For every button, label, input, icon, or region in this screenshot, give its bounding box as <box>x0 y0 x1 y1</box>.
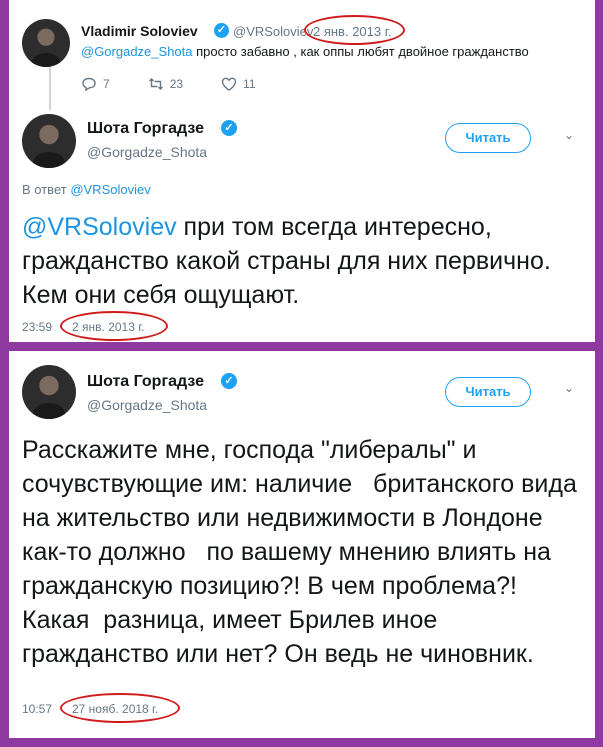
reply-count: 7 <box>103 77 110 91</box>
reply-to-prefix: В ответ <box>22 182 71 197</box>
retweet-count: 23 <box>169 77 184 91</box>
verified-badge-icon: ✓ <box>221 120 237 136</box>
tweet-time[interactable]: 10:57 <box>22 702 52 716</box>
tweet-time[interactable]: 23:59 <box>22 320 52 334</box>
tweet-text: @VRSoloviev при том всегда интересно, гр… <box>22 210 587 312</box>
mention-link[interactable]: @VRSoloviev <box>22 213 177 241</box>
reply-to-handle[interactable]: @VRSoloviev <box>70 182 150 197</box>
tweet-text: @Gorgadze_Shota просто забавно , как опп… <box>81 44 529 59</box>
avatar[interactable] <box>22 114 76 168</box>
author-name[interactable]: Шота Горгадзе <box>87 373 204 391</box>
reply-icon <box>82 77 96 92</box>
author-name[interactable]: Шота Горгадзе <box>87 120 204 138</box>
author-handle[interactable]: @Gorgadze_Shota <box>87 397 207 413</box>
like-icon <box>221 77 237 91</box>
highlight-oval <box>60 693 180 723</box>
highlight-oval <box>60 311 168 341</box>
verified-badge-icon: ✓ <box>214 23 229 38</box>
reply-context: В ответ @VRSoloviev <box>22 182 151 197</box>
reply-button[interactable]: 7 <box>81 76 110 92</box>
retweet-icon <box>148 78 163 90</box>
like-count: 11 <box>243 77 256 91</box>
mention-link[interactable]: @Gorgadze_Shota <box>81 44 193 59</box>
like-button[interactable]: 11 <box>221 76 256 92</box>
tweet-text: Расскажите мне, господа "либералы" и соч… <box>22 436 584 668</box>
author-handle[interactable]: @Gorgadze_Shota <box>87 144 207 160</box>
author-handle[interactable]: @VRSoloviev <box>233 24 313 39</box>
avatar[interactable] <box>22 19 70 67</box>
author-name[interactable]: Vladimir Soloviev <box>81 23 198 39</box>
thread-panel: Vladimir Soloviev ✓ @VRSoloviev 2 янв. 2… <box>9 0 595 342</box>
thread-line <box>49 65 51 110</box>
highlight-oval <box>304 15 405 45</box>
chevron-down-icon[interactable]: ⌄ <box>564 381 574 395</box>
chevron-down-icon[interactable]: ⌄ <box>564 128 574 142</box>
avatar[interactable] <box>22 365 76 419</box>
follow-button[interactable]: Читать <box>445 377 531 407</box>
follow-button[interactable]: Читать <box>445 123 531 153</box>
tweet-body: просто забавно , как оппы любят двойное … <box>192 44 529 59</box>
tweet-panel: Шота Горгадзе ✓ @Gorgadze_Shota Читать ⌄… <box>9 351 595 738</box>
verified-badge-icon: ✓ <box>221 373 237 389</box>
retweet-button[interactable]: 23 <box>148 76 183 92</box>
tweet-actions: 7 23 11 <box>81 76 256 92</box>
